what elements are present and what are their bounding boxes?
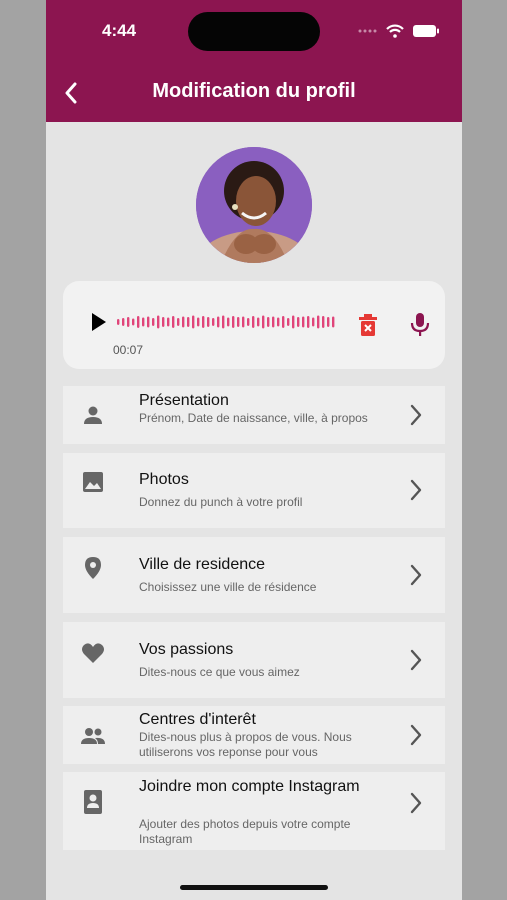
menu-title: Ville de residence: [139, 556, 266, 573]
record-audio-button[interactable]: [409, 312, 431, 338]
microphone-icon: [410, 313, 430, 336]
waveform-bar: [302, 316, 305, 328]
waveform-bar: [192, 315, 195, 329]
status-icons: [358, 24, 440, 38]
menu-item-interests[interactable]: Centres d'interêt Dites-nous plus à prop…: [63, 706, 445, 764]
waveform-bar: [207, 317, 210, 327]
phone-screen: 4:44 Modification du profil 00:07 Présen…: [46, 0, 462, 900]
waveform-bar: [182, 316, 185, 328]
waveform-bar: [257, 317, 260, 327]
page-title: Modification du profil: [152, 80, 356, 102]
waveform-bar: [132, 318, 135, 326]
menu-title: Présentation: [139, 392, 229, 409]
waveform-bar: [142, 317, 145, 327]
waveform-bar: [147, 316, 150, 328]
waveform-bar: [287, 318, 290, 326]
menu-subtitle: Dites-nous plus à propos de vous. Nous u…: [139, 730, 352, 759]
waveform-bar: [312, 317, 315, 327]
chevron-right-icon: [410, 404, 422, 426]
menu-subtitle: Ajouter des photos depuis votre compte I…: [139, 817, 351, 846]
signal-icon: [358, 29, 377, 33]
chevron-right-icon: [410, 724, 422, 746]
waveform-bar: [202, 316, 205, 328]
menu-subtitle: Donnez du punch à votre profil: [139, 495, 303, 509]
waveform-bar: [292, 315, 295, 329]
contact-card-icon: [80, 789, 106, 815]
chevron-right-icon: [410, 564, 422, 586]
wifi-icon: [386, 24, 404, 38]
waveform-bar: [152, 318, 155, 326]
delete-audio-button[interactable]: [357, 313, 379, 337]
waveform-bar: [127, 317, 130, 327]
waveform-bar: [247, 318, 250, 326]
chevron-right-icon: [410, 479, 422, 501]
person-icon: [80, 402, 106, 428]
waveform-bar: [332, 316, 335, 328]
menu-subtitle: Prénom, Date de naissance, ville, à prop…: [139, 411, 368, 425]
waveform-bar: [242, 316, 245, 328]
chevron-right-icon: [410, 649, 422, 671]
waveform-bar: [307, 316, 310, 328]
waveform-bar: [297, 317, 300, 327]
waveform-bar: [232, 316, 235, 328]
waveform-bar: [167, 317, 170, 327]
menu-item-passions[interactable]: Vos passions Dites-nous ce que vous aime…: [63, 622, 445, 698]
waveform-bar: [317, 315, 320, 329]
waveform-bar: [177, 318, 180, 326]
voice-note-card: 00:07: [63, 281, 445, 369]
waveform-bar: [217, 316, 220, 328]
home-indicator: [180, 885, 328, 890]
waveform-bar: [197, 317, 200, 327]
waveform-bar: [122, 318, 125, 326]
waveform-bar: [237, 317, 240, 327]
profile-avatar[interactable]: [196, 147, 312, 263]
group-icon: [80, 723, 106, 749]
waveform-bar: [282, 316, 285, 328]
waveform-bar: [212, 318, 215, 326]
image-icon: [80, 469, 106, 495]
menu-subtitle: Choisissez une ville de résidence: [139, 580, 317, 594]
waveform-bar: [227, 317, 230, 327]
menu-title: Photos: [139, 471, 189, 488]
waveform-bar: [157, 315, 160, 329]
audio-duration: 00:07: [113, 343, 144, 357]
menu-title: Vos passions: [139, 641, 234, 658]
trash-icon: [359, 314, 377, 336]
menu-item-presentation[interactable]: Présentation Prénom, Date de naissance, …: [63, 386, 445, 444]
waveform-bar: [172, 316, 175, 328]
waveform-bar: [327, 317, 330, 327]
waveform-bar: [277, 317, 280, 327]
menu-item-instagram[interactable]: Joindre mon compte Instagram Ajouter des…: [63, 772, 445, 850]
battery-icon: [413, 25, 439, 37]
location-pin-icon: [80, 555, 106, 581]
dynamic-island: [188, 12, 320, 51]
menu-subtitle: Dites-nous ce que vous aimez: [139, 665, 300, 679]
menu-title: Centres d'interêt: [139, 711, 256, 728]
waveform-bar: [222, 315, 225, 329]
waveform-bar: [267, 317, 270, 327]
waveform-bar: [252, 316, 255, 328]
waveform-bar: [272, 316, 275, 328]
app-header: 4:44 Modification du profil: [46, 0, 462, 122]
menu-item-photos[interactable]: Photos Donnez du punch à votre profil: [63, 453, 445, 528]
chevron-right-icon: [410, 792, 422, 814]
waveform-bar: [162, 317, 165, 327]
play-button[interactable]: [87, 311, 109, 333]
status-time: 4:44: [102, 21, 137, 40]
play-icon: [92, 313, 106, 331]
avatar-image: [196, 147, 312, 263]
menu-item-city[interactable]: Ville de residence Choisissez une ville …: [63, 537, 445, 613]
waveform-bar: [187, 317, 190, 327]
waveform-bar: [137, 316, 140, 328]
menu-title: Joindre mon compte Instagram: [139, 778, 360, 795]
waveform-bar: [262, 315, 265, 329]
waveform-bar: [322, 316, 325, 328]
heart-icon: [80, 640, 106, 666]
waveform-bar: [117, 319, 120, 325]
audio-waveform[interactable]: [117, 311, 341, 333]
